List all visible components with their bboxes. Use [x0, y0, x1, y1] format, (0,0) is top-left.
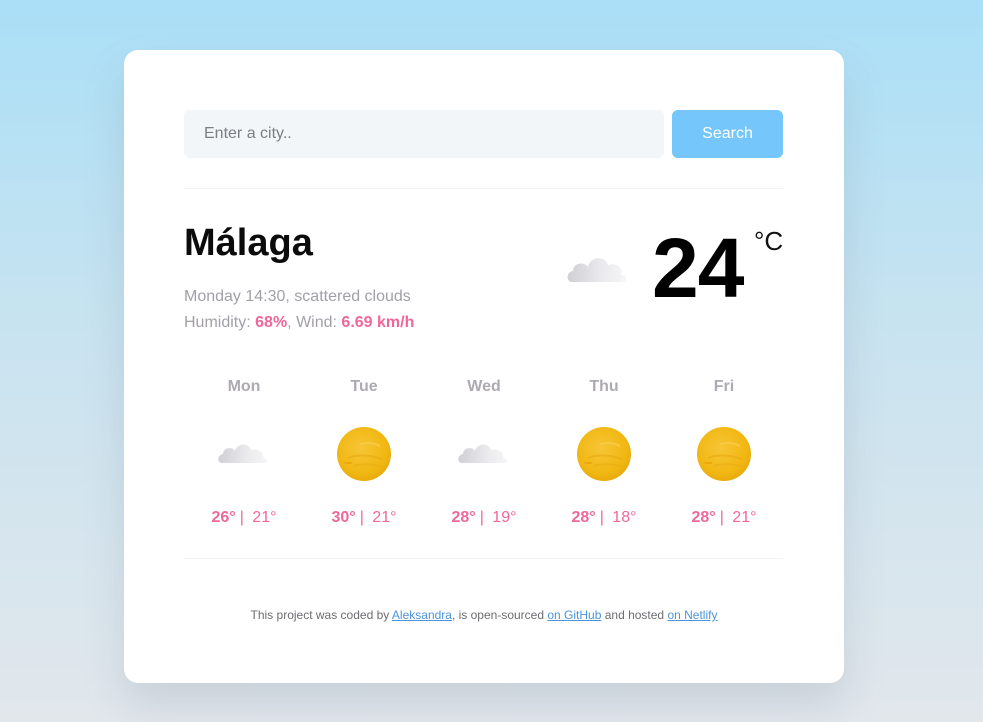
temperature-unit-celsius[interactable]: °C: [754, 226, 783, 257]
forecast-day-name: Tue: [350, 378, 378, 395]
city-search-input[interactable]: [184, 110, 664, 158]
humidity-label: Humidity:: [184, 314, 251, 331]
forecast-day-fri: Fri 28° | 21°: [664, 378, 784, 538]
forecast-temps: 26° | 21°: [211, 509, 277, 526]
forecast-min-temp: 21°: [252, 509, 277, 526]
forecast-min-temp: 21°: [732, 509, 757, 526]
weather-card: Search Málaga Monday 14:30, scattered cl…: [124, 50, 844, 683]
city-name: Málaga: [184, 222, 313, 264]
bottom-divider: [184, 558, 783, 559]
top-divider: [184, 188, 783, 189]
scattered-clouds-icon: [567, 258, 627, 282]
forecast-temps: 30° | 21°: [331, 509, 397, 526]
humidity-wind-line: Humidity: 68%, Wind: 6.69 km/h: [184, 314, 415, 331]
current-temperature: 24: [652, 221, 744, 315]
forecast-day-wed: Wed 28° | 19°: [424, 378, 544, 538]
forecast-temps: 28° | 21°: [691, 509, 757, 526]
search-form: Search: [184, 110, 783, 158]
netlify-link[interactable]: on Netlify: [667, 608, 717, 622]
sun-icon: [696, 426, 752, 482]
forecast-max-temp: 28°: [571, 509, 596, 526]
wind-label: Wind:: [296, 314, 337, 331]
footer: This project was coded by Aleksandra, is…: [250, 608, 718, 622]
forecast-max-temp: 26°: [211, 509, 236, 526]
sun-icon: [336, 426, 392, 482]
forecast-day-name: Fri: [713, 378, 735, 395]
forecast-day-name: Thu: [589, 378, 619, 395]
datetime-description-line: Monday 14:30, scattered clouds: [184, 288, 411, 305]
forecast-max-temp: 28°: [691, 509, 716, 526]
forecast-temps: 28° | 18°: [571, 509, 637, 526]
forecast-temps: 28° | 19°: [451, 509, 517, 526]
forecast-row: Mon 26° | 21° Tue 30° | 21° Wed 28° | 19°: [184, 378, 784, 538]
humidity-value: 68%: [255, 314, 288, 331]
forecast-min-temp: 18°: [612, 509, 637, 526]
search-button[interactable]: Search: [672, 110, 783, 158]
forecast-day-mon: Mon 26° | 21°: [184, 378, 304, 538]
github-link[interactable]: on GitHub: [547, 608, 601, 622]
forecast-max-temp: 30°: [331, 509, 356, 526]
current-datetime: Monday 14:30: [184, 288, 286, 305]
wind-value: 6.69 km/h: [341, 314, 415, 331]
weather-description: scattered clouds: [294, 288, 411, 305]
forecast-day-name: Wed: [467, 378, 501, 395]
forecast-day-name: Mon: [227, 378, 261, 395]
forecast-min-temp: 19°: [492, 509, 517, 526]
author-link[interactable]: Aleksandra: [392, 608, 452, 622]
sun-icon: [576, 426, 632, 482]
forecast-day-thu: Thu 28° | 18°: [544, 378, 664, 538]
cloud-icon: [218, 444, 268, 463]
current-details: Monday 14:30, scattered clouds Humidity:…: [184, 284, 414, 336]
forecast-min-temp: 21°: [372, 509, 397, 526]
forecast-max-temp: 28°: [451, 509, 476, 526]
forecast-day-tue: Tue 30° | 21°: [304, 378, 424, 538]
cloud-icon: [458, 444, 508, 463]
